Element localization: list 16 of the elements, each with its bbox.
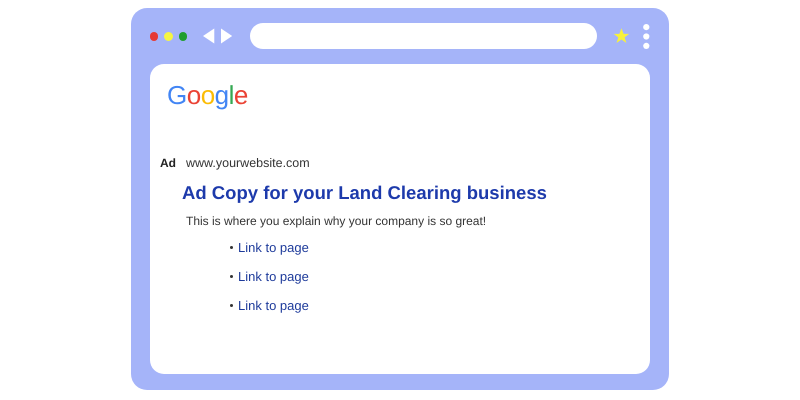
page-link[interactable]: Link to page [238, 238, 309, 256]
back-arrow-icon[interactable] [203, 28, 215, 44]
ad-description: This is where you explain why your company is so great! [186, 212, 488, 230]
page-link[interactable]: Link to page [238, 296, 309, 314]
forward-arrow-icon[interactable] [220, 28, 232, 44]
ad-title[interactable]: Ad Copy for your Land Clearing business [182, 178, 547, 206]
bullet-icon [230, 304, 233, 306]
ad-url: www.yourwebsite.com [186, 155, 310, 172]
page-link[interactable]: Link to page [238, 266, 309, 286]
address-bar[interactable] [250, 23, 596, 49]
logo: Google [167, 80, 248, 110]
ad-label: Ad [160, 155, 176, 172]
star-icon[interactable] [612, 27, 630, 45]
bullet-icon [230, 246, 233, 248]
menu-dots-icon[interactable] [643, 22, 650, 50]
bullet-icon [230, 274, 233, 278]
